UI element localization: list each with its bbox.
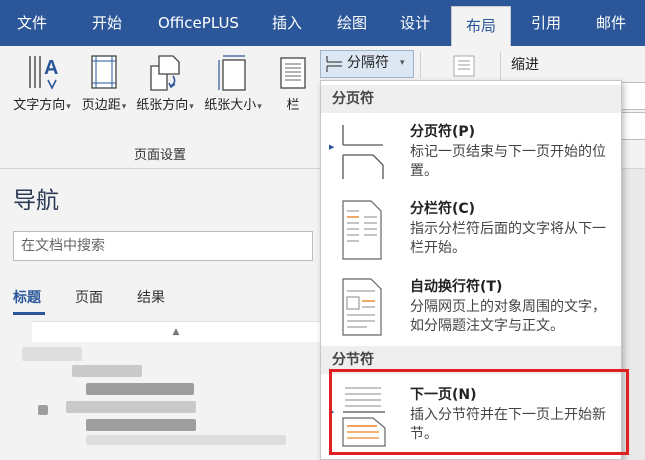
text-direction-label: 文字方向 bbox=[13, 98, 66, 113]
columns-icon bbox=[280, 57, 306, 89]
nav-scroll-up-button[interactable]: ▲ bbox=[32, 321, 320, 342]
text-wrapping-icon bbox=[342, 278, 382, 336]
text-direction-button[interactable]: A 文字方向▾ bbox=[9, 52, 75, 113]
blurred-heading bbox=[38, 405, 48, 415]
orientation-label: 纸张方向 bbox=[136, 98, 189, 113]
nav-tab-headings[interactable]: 标题 bbox=[13, 287, 41, 307]
page-size-button[interactable]: 纸张大小▾ bbox=[200, 52, 266, 113]
margins-label: 页边距 bbox=[81, 98, 121, 113]
text-wrapping-desc: 分隔网页上的对象周围的文字，如分隔题注文字与正文。 bbox=[410, 299, 606, 334]
indent-right-input[interactable] bbox=[618, 112, 645, 140]
line-numbers-icon bbox=[453, 55, 475, 77]
chevron-down-icon: ▾ bbox=[257, 102, 262, 112]
nav-search-input[interactable]: 在文档中搜索 bbox=[13, 231, 313, 261]
page-breaks-section-header: 分页符 bbox=[321, 85, 621, 113]
breaks-button[interactable]: 分隔符 ▾ bbox=[320, 50, 414, 78]
tab-officeplus[interactable]: OfficePLUS bbox=[158, 0, 239, 46]
page-size-label: 纸张大小 bbox=[204, 98, 257, 113]
column-break-desc: 指示分栏符后面的文字将从下一栏开始。 bbox=[410, 221, 606, 256]
tab-draw[interactable]: 绘图 bbox=[337, 0, 367, 46]
blurred-heading bbox=[86, 435, 286, 445]
blurred-heading bbox=[66, 401, 196, 413]
text-wrapping-item[interactable]: 自动换行符(T) 分隔网页上的对象周围的文字，如分隔题注文字与正文。 bbox=[321, 273, 621, 343]
page-break-title: 分页符(P) bbox=[410, 124, 476, 140]
blurred-heading bbox=[86, 419, 196, 431]
chevron-down-icon: ▾ bbox=[121, 102, 127, 112]
page-size-icon bbox=[218, 55, 246, 91]
margins-icon bbox=[91, 55, 117, 89]
breaks-label: 分隔符 bbox=[347, 55, 389, 71]
tab-references[interactable]: 引用 bbox=[531, 0, 561, 46]
tab-home[interactable]: 开始 bbox=[92, 0, 122, 46]
margins-button[interactable]: 页边距▾ bbox=[78, 52, 130, 113]
blurred-heading bbox=[22, 347, 82, 361]
column-break-title: 分栏符(C) bbox=[410, 201, 476, 217]
selection-marker-icon: ▶ bbox=[329, 143, 335, 151]
tab-file[interactable]: 文件 bbox=[17, 0, 47, 46]
breaks-icon bbox=[326, 56, 342, 72]
columns-button[interactable]: 栏 bbox=[272, 52, 314, 113]
navigation-pane: 导航 在文档中搜索 标题 页面 结果 ▲ bbox=[0, 169, 320, 460]
chevron-down-icon: ▾ bbox=[400, 58, 405, 68]
page-setup-group-label: 页面设置 bbox=[133, 148, 186, 163]
columns-label: 栏 bbox=[286, 98, 300, 113]
ribbon-tab-bar: 文件 开始 OfficePLUS 插入 绘图 设计 布局 引用 邮件 bbox=[0, 0, 645, 47]
blurred-heading bbox=[86, 383, 194, 395]
chevron-down-icon: ▾ bbox=[66, 102, 71, 112]
svg-text:A: A bbox=[44, 57, 58, 79]
tab-mailings[interactable]: 邮件 bbox=[596, 0, 626, 46]
ribbon-separator bbox=[420, 52, 421, 78]
nav-tab-results[interactable]: 结果 bbox=[137, 287, 165, 307]
column-break-icon bbox=[342, 200, 382, 260]
column-break-item[interactable]: 分栏符(C) 指示分栏符后面的文字将从下一栏开始。 bbox=[321, 195, 621, 267]
tab-layout[interactable]: 布局 bbox=[451, 6, 512, 47]
annotation-highlight-box bbox=[329, 369, 629, 455]
chevron-down-icon: ▾ bbox=[189, 102, 194, 112]
page-break-item[interactable]: ▶ 分页符(P) 标记一页结束与下一页开始的位置。 bbox=[321, 115, 621, 191]
page-break-desc: 标记一页结束与下一页开始的位置。 bbox=[410, 144, 606, 179]
page-break-icon bbox=[342, 125, 384, 179]
tab-design[interactable]: 设计 bbox=[400, 0, 430, 46]
nav-tab-pages[interactable]: 页面 bbox=[75, 287, 103, 307]
orientation-icon bbox=[150, 55, 180, 91]
orientation-button[interactable]: 纸张方向▾ bbox=[131, 52, 199, 113]
tab-insert[interactable]: 插入 bbox=[272, 0, 302, 46]
text-direction-icon: A bbox=[29, 56, 58, 90]
indent-label: 缩进 bbox=[511, 57, 539, 73]
blurred-heading bbox=[72, 365, 142, 377]
nav-title: 导航 bbox=[13, 188, 59, 214]
nav-tab-underline bbox=[13, 312, 45, 315]
indent-left-input[interactable] bbox=[618, 82, 645, 110]
text-wrapping-title: 自动换行符(T) bbox=[410, 279, 503, 295]
